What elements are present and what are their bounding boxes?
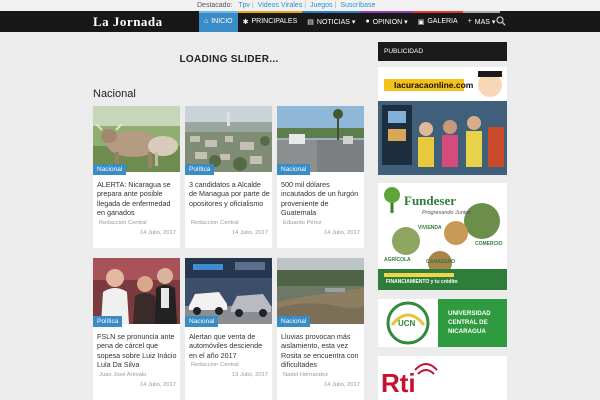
newspaper-icon: ▤ [307, 18, 314, 26]
ad-fundeser-label-ganadero: GANADERO [426, 259, 456, 265]
news-title[interactable]: ALERTA: Nicaragua se prepara ante posibl… [97, 180, 178, 218]
news-image[interactable] [185, 258, 272, 324]
ad-lacuracao-text: lacuracaonline.com [394, 80, 474, 90]
topbar-link-videos[interactable]: Videos Virales [258, 2, 303, 9]
news-author: Eduardo Pérez [283, 220, 322, 226]
ad-rti-text: Rti [381, 368, 416, 398]
news-date: 14 Julio, 2017 [139, 382, 176, 388]
ucn-logo-text: UCN [398, 319, 416, 328]
category-badge[interactable]: Política [185, 164, 215, 175]
ad-fundeser-label-vivienda: VIVIENDA [418, 225, 442, 231]
nav-item-mas[interactable]: + MAS ▾ [462, 11, 501, 32]
news-title[interactable]: 500 mil dólares incautados de un furgón … [281, 180, 362, 218]
news-date: 14 Julio, 2017 [323, 382, 360, 388]
category-badge[interactable]: Nacional [277, 164, 311, 175]
news-author: Nadel Hernandez [283, 372, 329, 378]
news-image[interactable] [93, 106, 180, 172]
news-author: Juan José Arévalo [99, 372, 147, 378]
category-badge[interactable]: Nacional [277, 316, 311, 327]
news-date: 14 Julio, 2017 [323, 230, 360, 236]
news-date: 13 Julio, 2017 [231, 372, 268, 378]
news-card[interactable]: Nacional Alertan que venta de automóvile… [185, 258, 272, 400]
ad-fundeser-tagline: Progresando Juntos [422, 210, 472, 216]
news-author: Redaccion Central [191, 362, 239, 368]
top-strip: Destacado: Tpv | Videos Virales | Juegos | … [0, 0, 600, 11]
topbar-link-tpv[interactable]: Tpv [238, 2, 250, 9]
news-image[interactable] [277, 106, 364, 172]
home-icon: ⌂ [204, 18, 209, 25]
ucn-logo: UCN [378, 299, 438, 347]
ad-fundeser-brand: Fundeser [404, 193, 456, 208]
news-author: Redaccion Central [99, 220, 147, 226]
ad-ucn[interactable]: UCN UNIVERSIDAD CENTRAL DE NICARAGUA [378, 299, 507, 347]
nav-item-noticias[interactable]: ▤ NOTICIAS ▾ [302, 11, 361, 32]
news-date: 14 Julio, 2017 [139, 230, 176, 236]
news-card[interactable]: Política FSLN se pronuncia ante pena de … [93, 258, 180, 400]
highlight-label: Destacado: [197, 2, 233, 9]
news-author: Redaccion Central [191, 220, 239, 226]
search-icon[interactable] [496, 16, 506, 26]
news-card[interactable]: Nacional Lluvias provocan más aislamient… [277, 258, 364, 400]
news-date: 14 Julio, 2017 [231, 230, 268, 236]
star-icon: ✱ [242, 18, 249, 26]
main-navigation: La Jornada ⌂ INICIO ✱ PRINCIPALES ▤ NOTICIA… [0, 11, 600, 32]
site-logo[interactable]: La Jornada [93, 13, 163, 30]
speech-bubble-icon: ● [365, 18, 370, 25]
news-title[interactable]: 3 candidatos a Alcalde de Managua por pa… [189, 180, 270, 208]
plus-icon: + [467, 18, 472, 25]
ucn-name-panel: UNIVERSIDAD CENTRAL DE NICARAGUA [438, 299, 507, 347]
nav-item-inicio[interactable]: ⌂ INICIO [199, 11, 238, 32]
nav-item-opinion[interactable]: ● OPINION ▾ [360, 11, 413, 32]
ad-fundeser-footer: FINANCIAMIENTO y tu crédito [386, 279, 458, 285]
news-title[interactable]: FSLN se pronuncia ante pena de cárcel qu… [97, 332, 178, 370]
news-card[interactable]: Política 3 candidatos a Alcalde de Manag… [185, 106, 272, 248]
news-title[interactable]: Alertan que venta de automóviles descien… [189, 332, 270, 360]
ad-lacuracao[interactable]: lacuracaonline.com [378, 67, 507, 175]
news-image[interactable] [277, 258, 364, 324]
nav-item-galeria[interactable]: ▣ GALERIA [412, 11, 463, 32]
ad-fundeser-label-agricola: AGRÍCOLA [384, 257, 411, 263]
ad-fundeser[interactable]: Fundeser Progresando Juntos VIVIENDA COM… [378, 183, 507, 290]
category-badge[interactable]: Nacional [185, 316, 219, 327]
news-title[interactable]: Lluvias provocan más aislamiento, esta v… [281, 332, 362, 370]
advertising-header: PUBLICIDAD [378, 42, 507, 61]
nav-menu: ⌂ INICIO ✱ PRINCIPALES ▤ NOTICIAS ▾ ● OPINIO… [199, 11, 501, 32]
news-card[interactable]: Nacional ALERTA: Nicaragua se prepara an… [93, 106, 180, 248]
loading-slider: LOADING SLIDER... [179, 54, 279, 65]
news-card[interactable]: Nacional 500 mil dólares incautados de u… [277, 106, 364, 248]
topbar-link-juegos[interactable]: Juegos [310, 2, 333, 9]
ad-rti[interactable]: Rti [378, 356, 507, 400]
topbar-link-suscribase[interactable]: Suscríbase [340, 2, 375, 9]
news-image[interactable] [93, 258, 180, 324]
ad-fundeser-label-comercio: COMERCIO [475, 241, 503, 247]
category-badge[interactable]: Política [93, 316, 123, 327]
news-image[interactable] [185, 106, 272, 172]
category-badge[interactable]: Nacional [93, 164, 127, 175]
section-title: Nacional [93, 88, 136, 100]
image-icon: ▣ [417, 18, 425, 26]
nav-item-principales[interactable]: ✱ PRINCIPALES [237, 11, 303, 32]
